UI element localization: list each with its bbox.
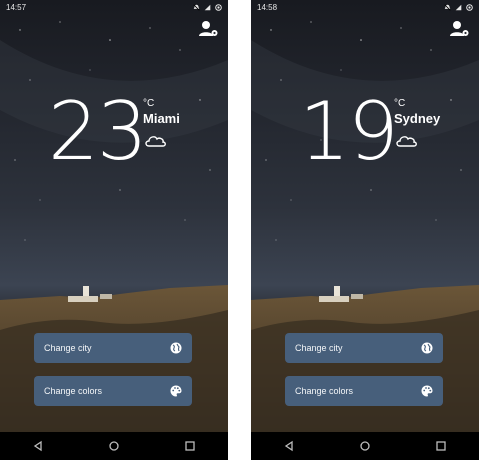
change-colors-label: Change colors: [295, 386, 354, 396]
back-icon[interactable]: [32, 440, 44, 452]
account-settings-icon[interactable]: [199, 20, 219, 38]
cloud-icon: [145, 136, 166, 147]
account-settings-icon[interactable]: [450, 20, 470, 38]
back-icon[interactable]: [283, 440, 295, 452]
recents-icon[interactable]: [184, 440, 196, 452]
notifications-off-icon: [193, 3, 200, 11]
change-colors-label: Change colors: [44, 386, 103, 396]
palette-icon: [421, 385, 433, 397]
status-bar: 14:58: [251, 0, 479, 14]
battery-icon: [215, 3, 222, 11]
status-time: 14:58: [257, 2, 278, 12]
signal-icon: [455, 4, 462, 10]
city-name: Miami: [143, 111, 180, 126]
recents-icon[interactable]: [435, 440, 447, 452]
temperature-unit: °C: [143, 98, 155, 109]
notifications-off-icon: [444, 3, 451, 11]
temperature-value: 19: [299, 85, 399, 178]
change-city-button[interactable]: Change city: [285, 333, 443, 363]
status-bar: 14:57: [0, 0, 228, 14]
change-city-button[interactable]: Change city: [34, 333, 192, 363]
system-navigation-bar: [0, 432, 228, 460]
home-icon[interactable]: [108, 440, 120, 452]
change-colors-button[interactable]: Change colors: [34, 376, 192, 406]
phone-screen-1: 14:57 23 °C Miami Change city Change col…: [0, 0, 228, 460]
globe-icon: [421, 342, 433, 354]
signal-icon: [204, 4, 211, 10]
battery-icon: [466, 3, 473, 11]
globe-icon: [170, 342, 182, 354]
change-colors-button[interactable]: Change colors: [285, 376, 443, 406]
temperature-value: 23: [48, 85, 148, 178]
home-icon[interactable]: [359, 440, 371, 452]
temperature-unit: °C: [394, 98, 406, 109]
cloud-icon: [396, 136, 417, 147]
change-city-label: Change city: [295, 343, 343, 353]
phone-screen-2: 14:58 19 °C Sydney Change city Change co…: [251, 0, 479, 460]
status-time: 14:57: [6, 2, 27, 12]
change-city-label: Change city: [44, 343, 92, 353]
palette-icon: [170, 385, 182, 397]
system-navigation-bar: [251, 432, 479, 460]
city-name: Sydney: [394, 111, 441, 126]
